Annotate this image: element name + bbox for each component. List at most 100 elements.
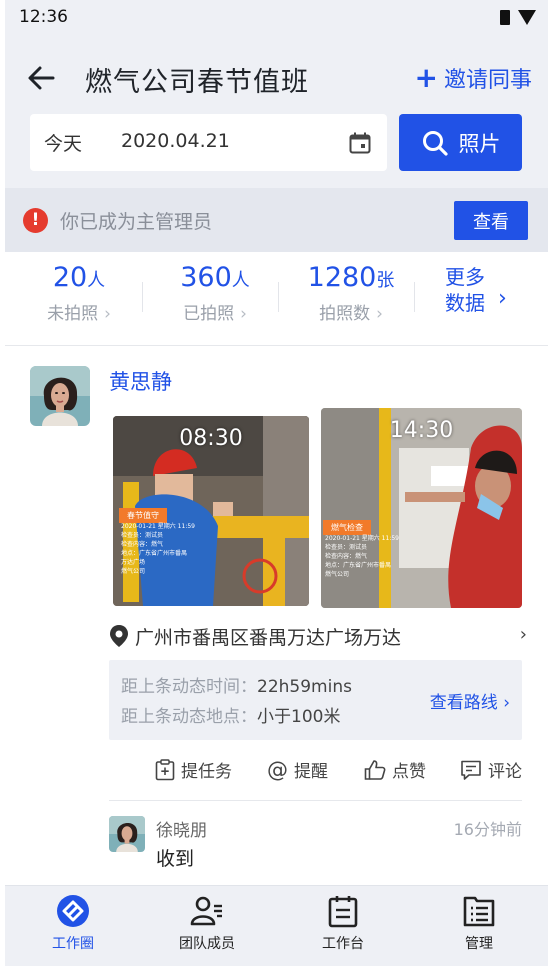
invite-colleague-button[interactable]: + 邀请同事 [415, 62, 532, 94]
date-value: 2020.04.21 [121, 130, 230, 152]
stat-photo-count[interactable]: 1280张 拍照数 › [291, 262, 411, 324]
tab-manage[interactable]: 管理 [429, 894, 529, 953]
divider [142, 282, 143, 312]
tab-work-circle[interactable]: 工作圈 [23, 894, 123, 953]
arrow-left-icon [28, 66, 55, 90]
photo-stamp-title: 春节值守 [119, 508, 167, 523]
header: 燃气公司春节值班 + 邀请同事 今天 2020.04.21 照片 [5, 36, 548, 188]
divider [414, 282, 415, 312]
stamp-line: 检查员：测试员 [325, 544, 368, 551]
stat-number: 360 [180, 262, 232, 293]
more-data-line2: 数据 [445, 291, 485, 315]
more-data-link[interactable]: 更多 数据 [445, 264, 485, 316]
route-link-label: 查看路线 [429, 693, 498, 713]
view-route-link[interactable]: 查看路线 › [430, 688, 510, 713]
photo-time: 14:30 [389, 418, 454, 443]
stamp-line: 燃气公司 [121, 568, 146, 575]
list-manage-icon [463, 896, 495, 927]
plus-icon: + [414, 61, 438, 94]
chevron-right-icon: › [498, 286, 507, 311]
comment-avatar[interactable] [109, 816, 145, 852]
view-button[interactable]: 查看 [454, 201, 528, 240]
stat-photographed[interactable]: 360人 已拍照 › [155, 262, 275, 324]
work-circle-icon [57, 895, 89, 927]
task-add-icon [155, 758, 175, 780]
like-button[interactable]: 点赞 [364, 757, 426, 782]
stat-not-photographed[interactable]: 20人 未拍照 › [19, 262, 139, 324]
bottom-tab-bar: 工作圈 团队成员 工作台 管理 [5, 885, 548, 966]
photo-search-button[interactable]: 照片 [399, 114, 522, 171]
stat-unit: 人 [231, 270, 250, 291]
tab-label: 工作圈 [52, 936, 94, 952]
clipboard-icon [328, 896, 358, 928]
status-time: 12:36 [19, 7, 68, 27]
photo-stamp-details: 2020-01-21 星期六 11:59 检查员：测试员 检查内容：燃气 地点：… [121, 522, 195, 576]
stat-label: 未拍照 [47, 304, 99, 324]
post-author-name[interactable]: 黄思静 [109, 366, 172, 396]
photo-stamp-details: 2020-01-21 星期六 11:59 检查员：测试员 检查内容：燃气 地点：… [325, 534, 399, 579]
battery-icon [500, 10, 510, 25]
stat-unit: 张 [376, 270, 395, 291]
comment-author[interactable]: 徐晓朋 [156, 816, 207, 841]
post-photo[interactable]: 14:30 燃气检查 2020-01-21 星期六 11:59 检查员：测试员 … [321, 408, 522, 608]
date-picker[interactable]: 今天 2020.04.21 [30, 114, 387, 171]
create-task-button[interactable]: 提任务 [155, 757, 232, 782]
chevron-right-icon: › [240, 304, 247, 324]
tab-label: 工作台 [322, 936, 364, 952]
chevron-right-icon: › [104, 304, 111, 324]
invite-label: 邀请同事 [443, 68, 532, 93]
avatar-image [30, 366, 90, 426]
avatar-image [109, 816, 145, 852]
location-pin-icon [110, 625, 128, 647]
time-since-last: 距上条动态时间：22h59mins [121, 672, 352, 697]
info-label: 距上条动态时间： [121, 677, 257, 697]
comment-text: 收到 [156, 848, 195, 870]
stamp-line: 燃气公司 [325, 571, 350, 578]
stat-number: 20 [52, 262, 88, 293]
admin-notice: ! 你已成为主管理员 查看 [5, 188, 548, 252]
date-label: 今天 [44, 133, 83, 155]
chevron-right-icon: › [519, 624, 527, 645]
action-label: 评论 [488, 762, 522, 782]
more-data-line1: 更多 [445, 265, 485, 289]
tab-workbench[interactable]: 工作台 [293, 894, 393, 953]
stamp-line: 地点：广东省广州市番禺 [325, 562, 392, 569]
chevron-right-icon: › [376, 304, 383, 324]
post-actions: 提任务 @ 提醒 点赞 评论 [149, 757, 529, 787]
action-label: 提醒 [294, 762, 328, 782]
stats-bar: 20人 未拍照 › 360人 已拍照 › 1280张 拍照数 › 更多 数据 › [5, 252, 548, 346]
divider [109, 800, 522, 801]
avatar[interactable] [30, 366, 90, 426]
info-value: 22h59mins [257, 677, 352, 697]
comment-button[interactable]: 评论 [460, 757, 522, 782]
info-label: 距上条动态地点： [121, 707, 257, 727]
divider [278, 282, 279, 312]
location-text: 广州市番禺区番禺万达广场万达 [135, 627, 402, 649]
post-photo[interactable]: 08:30 春节值守 2020-01-21 星期六 11:59 检查员：测试员 … [113, 416, 309, 606]
photo-stamp-title: 燃气检查 [323, 520, 371, 535]
photo-button-label: 照片 [458, 131, 501, 156]
app-screen: 12:36 燃气公司春节值班 + 邀请同事 今天 2020.04.21 照片 !… [5, 0, 548, 966]
signal-icon [518, 10, 536, 25]
info-value: 小于100米 [257, 707, 341, 727]
distance-since-last: 距上条动态地点：小于100米 [121, 702, 340, 727]
tab-team-members[interactable]: 团队成员 [157, 894, 257, 953]
comment-time: 16分钟前 [453, 820, 522, 839]
warning-icon: ! [23, 208, 48, 233]
comment-icon [461, 760, 481, 780]
status-bar: 12:36 [5, 0, 548, 36]
back-button[interactable] [23, 60, 59, 96]
chevron-right-icon: › [503, 693, 510, 713]
post-location[interactable]: 广州市番禺区番禺万达广场万达 › [109, 622, 529, 650]
stat-unit: 人 [87, 270, 106, 291]
stat-label: 拍照数 [319, 304, 371, 324]
stat-number: 1280 [307, 262, 377, 293]
stamp-line: 2020-01-21 星期六 11:59 [121, 523, 195, 530]
team-members-icon [190, 896, 222, 926]
action-label: 点赞 [392, 762, 426, 782]
distance-info-box: 距上条动态时间：22h59mins 距上条动态地点：小于100米 查看路线 › [109, 660, 522, 740]
page-title: 燃气公司春节值班 [85, 67, 309, 98]
stamp-line: 检查内容：燃气 [121, 541, 164, 548]
remind-button[interactable]: @ 提醒 [267, 757, 328, 783]
tab-label: 管理 [465, 936, 493, 952]
